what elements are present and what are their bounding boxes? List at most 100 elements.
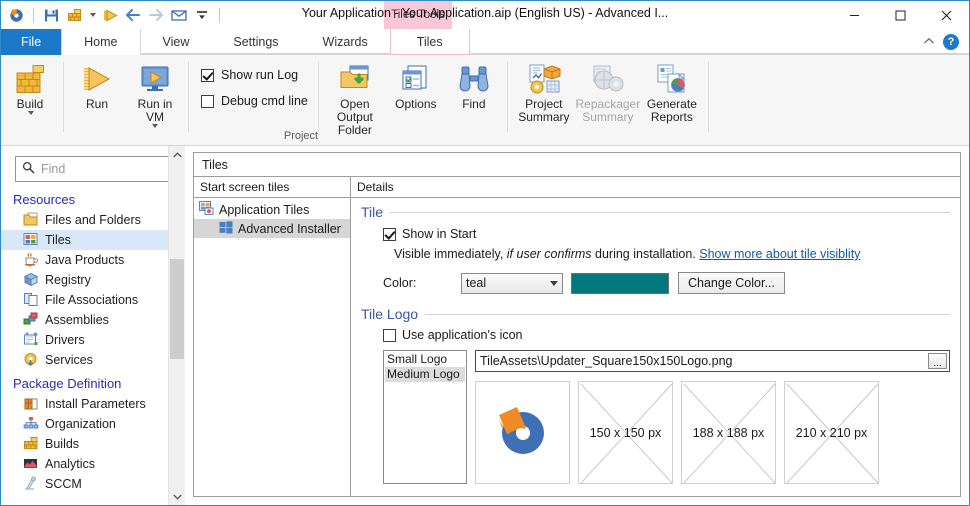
sidebar-item-organization[interactable]: Organization	[1, 414, 185, 434]
sidebar-item-label: File Associations	[45, 293, 138, 307]
tab-wizards[interactable]: Wizards	[301, 29, 390, 55]
logo-path-input[interactable]: TileAssets\Updater_Square150x150Logo.png…	[475, 350, 950, 372]
tile-visibility-link[interactable]: Show more about tile visiblity	[699, 247, 860, 261]
run-in-vm-dropdown-caret-icon[interactable]	[152, 124, 158, 128]
preview-210[interactable]: 210 x 210 px	[784, 381, 879, 484]
generate-reports-button[interactable]: Generate Reports	[640, 58, 704, 124]
sidebar-item-java-products[interactable]: Java Products	[1, 250, 185, 270]
tiles-panel: Tiles Start screen tiles	[193, 152, 961, 497]
sidebar-item-install-parameters[interactable]: Install Parameters	[1, 394, 185, 414]
preview-label: 188 x 188 px	[693, 426, 765, 440]
build-brick-icon	[14, 62, 46, 96]
tab-file[interactable]: File	[1, 29, 61, 55]
medium-logo-image	[486, 396, 560, 470]
tab-settings[interactable]: Settings	[211, 29, 300, 55]
preview-188[interactable]: 188 x 188 px	[681, 381, 776, 484]
use-application-icon-checkbox[interactable]: Use application's icon	[383, 328, 950, 342]
scroll-down-icon[interactable]	[169, 488, 185, 505]
show-in-start-checkbox-box[interactable]	[383, 228, 396, 241]
tree-node-advanced-installer[interactable]: Advanced Installer	[194, 219, 350, 238]
scroll-up-icon[interactable]	[169, 146, 185, 163]
preview-150[interactable]: 150 x 150 px	[578, 381, 673, 484]
tiles-tree: Application Tiles	[194, 198, 350, 496]
show-run-log-checkbox[interactable]: Show run Log	[201, 68, 308, 82]
browse-button[interactable]: ...	[928, 353, 947, 369]
build-dropdown-icon[interactable]	[87, 5, 97, 25]
sidebar-item-tiles[interactable]: Tiles	[1, 230, 185, 250]
tiles-icon	[23, 232, 39, 248]
maximize-button[interactable]	[877, 1, 923, 29]
run-button[interactable]: Run	[68, 58, 126, 111]
debug-cmd-line-label: Debug cmd line	[221, 94, 308, 108]
build-icon[interactable]	[64, 5, 84, 25]
search-input[interactable]: Find	[15, 156, 173, 182]
forward-icon[interactable]	[146, 5, 166, 25]
sidebar-scrollbar-thumb[interactable]	[170, 259, 184, 359]
app-logo-icon[interactable]	[6, 5, 26, 25]
logo-size-listbox[interactable]: Small Logo Medium Logo	[383, 350, 467, 484]
sidebar-item-builds[interactable]: Builds	[1, 434, 185, 454]
application-tiles-icon	[199, 201, 214, 218]
tab-tiles[interactable]: Tiles	[390, 29, 470, 55]
customize-qat-icon[interactable]	[192, 5, 212, 25]
preview-medium-logo[interactable]	[475, 381, 570, 484]
tile-group-content: Show in Start Visible immediately, if us…	[361, 220, 950, 294]
tree-node-application-tiles[interactable]: Application Tiles	[194, 200, 350, 219]
sidebar-item-analytics[interactable]: Analytics	[1, 454, 185, 474]
show-run-log-label: Show run Log	[221, 68, 298, 82]
logo-area: Small Logo Medium Logo TileAssets\Update…	[383, 350, 950, 484]
sidebar-item-label: Assemblies	[45, 313, 109, 327]
open-output-folder-button[interactable]: Open Output Folder	[323, 58, 387, 137]
sidebar-item-label: Drivers	[45, 333, 85, 347]
tile-visibility-note: Visible immediately, if user confirms du…	[383, 247, 950, 261]
help-icon[interactable]: ?	[943, 34, 959, 50]
find-button[interactable]: Find	[445, 58, 503, 111]
collapse-ribbon-icon[interactable]	[923, 36, 935, 48]
debug-cmd-line-checkbox[interactable]: Debug cmd line	[201, 94, 308, 108]
back-icon[interactable]	[123, 5, 143, 25]
chevron-down-icon[interactable]	[550, 281, 558, 286]
build-button[interactable]: Build	[1, 58, 59, 115]
sidebar-item-sccm[interactable]: SCCM	[1, 474, 185, 494]
save-icon[interactable]	[41, 5, 61, 25]
tab-home[interactable]: Home	[61, 29, 140, 55]
sidebar-item-assemblies[interactable]: Assemblies	[1, 310, 185, 330]
list-item[interactable]: Medium Logo	[385, 367, 465, 382]
sidebar-item-files-and-folders[interactable]: Files and Folders	[1, 210, 185, 230]
sidebar-item-services[interactable]: Services	[1, 350, 185, 370]
color-select[interactable]: teal	[461, 273, 563, 294]
list-item[interactable]: Small Logo	[385, 352, 465, 367]
run-icon[interactable]	[100, 5, 120, 25]
sidebar-item-label: Install Parameters	[45, 397, 146, 411]
install-parameters-icon	[23, 396, 39, 412]
tab-view[interactable]: View	[141, 29, 212, 55]
tile-color-row: Color: teal Change Color...	[383, 272, 950, 294]
registry-icon	[23, 272, 39, 288]
show-run-log-checkbox-box[interactable]	[201, 69, 214, 82]
options-button[interactable]: Options	[387, 58, 445, 111]
tile-logo-group-content: Use application's icon Small Logo Medium…	[361, 322, 950, 484]
drivers-icon	[23, 332, 39, 348]
use-application-icon-label: Use application's icon	[402, 328, 523, 342]
note-suffix: during installation.	[592, 247, 700, 261]
project-summary-button[interactable]: Project Summary	[512, 58, 576, 124]
sidebar-item-drivers[interactable]: Drivers	[1, 330, 185, 350]
run-in-vm-button[interactable]: Run in VM	[126, 58, 184, 128]
repackager-summary-button[interactable]: Repackager Summary	[576, 58, 640, 124]
sidebar-item-label: Java Products	[45, 253, 124, 267]
change-color-button[interactable]: Change Color...	[678, 272, 785, 294]
mail-icon[interactable]	[169, 5, 189, 25]
close-button[interactable]	[923, 1, 969, 29]
sidebar-item-registry[interactable]: Registry	[1, 270, 185, 290]
sidebar-scrollbar[interactable]	[168, 146, 185, 505]
debug-cmd-line-checkbox-box[interactable]	[201, 95, 214, 108]
panel-body: Start screen tiles	[194, 177, 960, 496]
ribbon-group-label-project: Project	[1, 129, 601, 145]
title-bar: Tiles Tools Your Application - Your Appl…	[1, 1, 969, 29]
minimize-button[interactable]	[831, 1, 877, 29]
use-application-icon-checkbox-box[interactable]	[383, 329, 396, 342]
sidebar-item-file-associations[interactable]: File Associations	[1, 290, 185, 310]
build-dropdown-caret-icon[interactable]	[28, 111, 34, 115]
project-summary-label: Project Summary	[514, 98, 574, 124]
show-in-start-checkbox[interactable]: Show in Start	[383, 227, 950, 241]
